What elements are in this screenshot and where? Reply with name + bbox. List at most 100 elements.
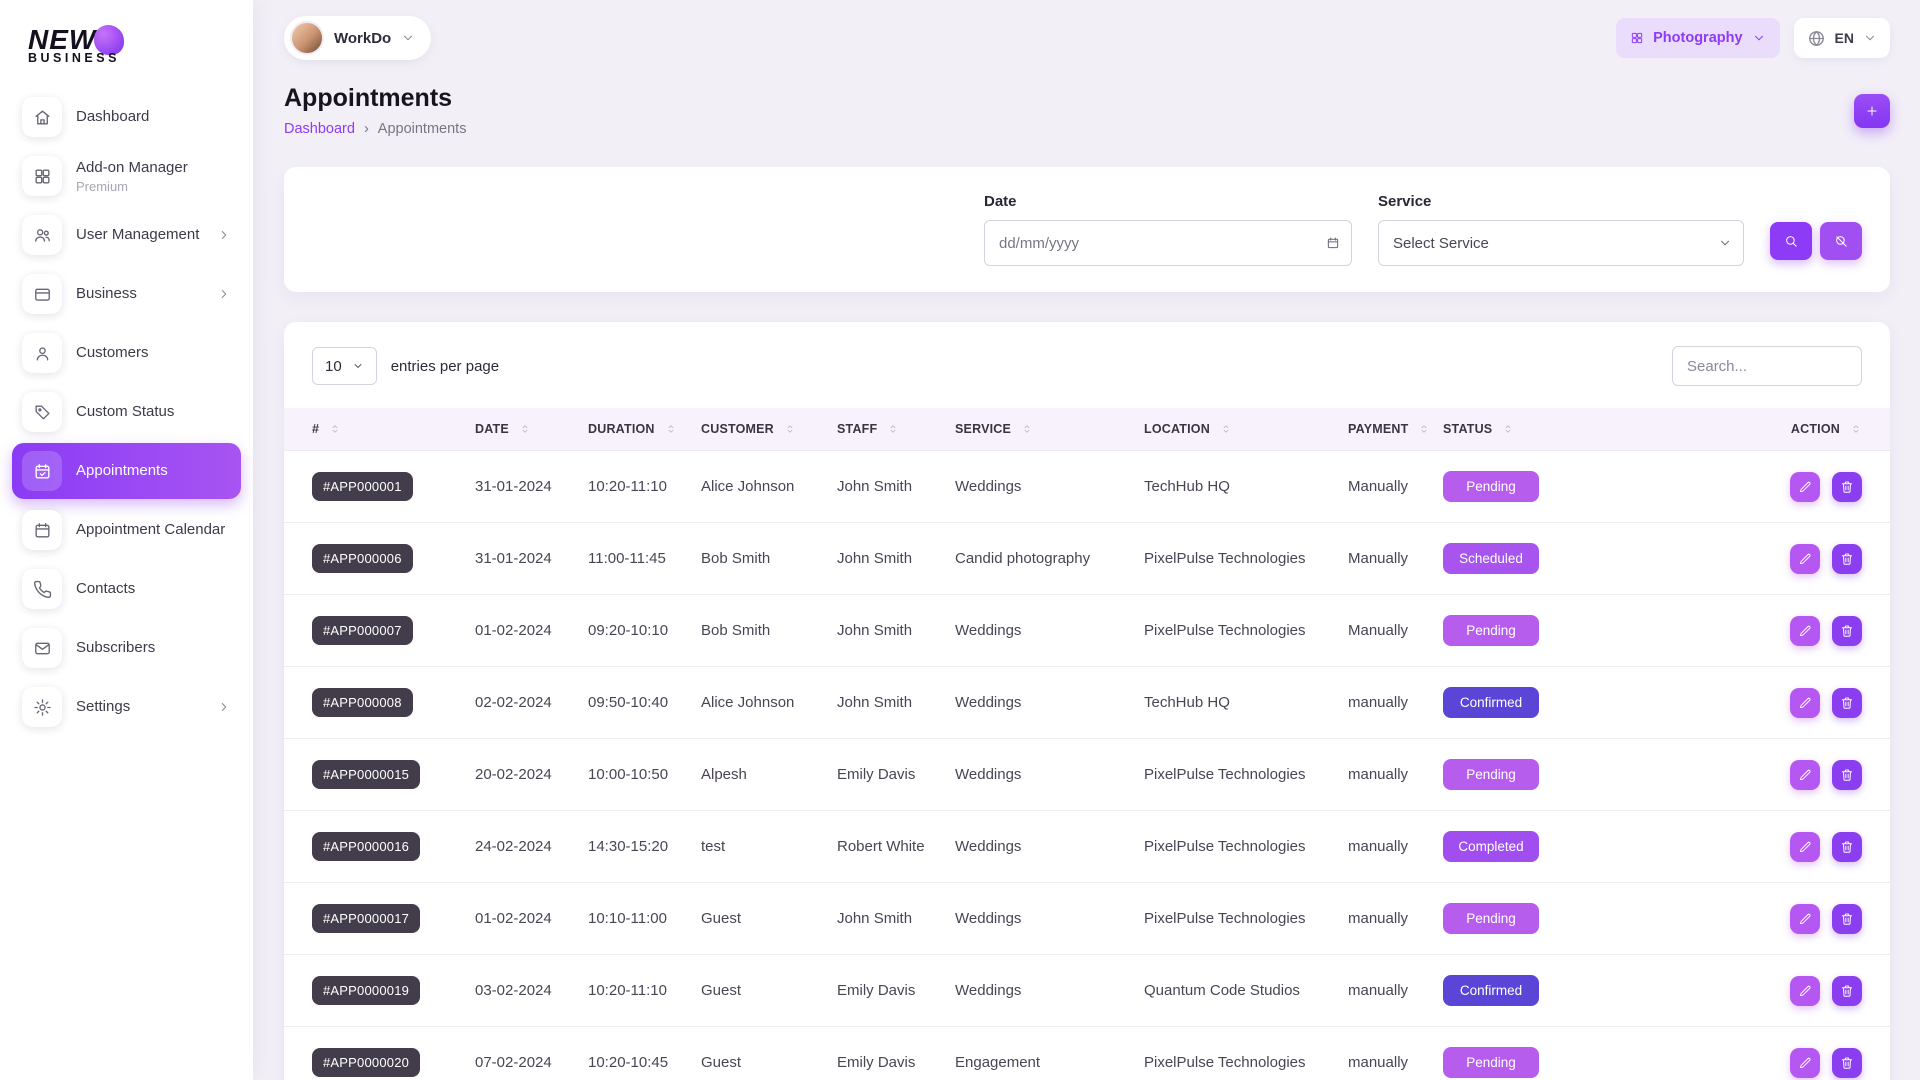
delete-button[interactable]: [1832, 1048, 1862, 1078]
search-off-icon: [1834, 234, 1848, 248]
globe-icon: [1807, 29, 1826, 48]
edit-button[interactable]: [1790, 760, 1820, 790]
workspace-switcher[interactable]: WorkDo: [284, 16, 431, 60]
delete-button[interactable]: [1832, 904, 1862, 934]
grid-icon: [22, 156, 62, 196]
sidebar-item-label: Customers: [76, 344, 149, 362]
sidebar-item-appointments[interactable]: Appointments: [12, 443, 241, 499]
trash-icon: [1840, 624, 1854, 638]
trash-icon: [1840, 912, 1854, 926]
column-header-date[interactable]: DATE: [465, 408, 578, 451]
category-dropdown[interactable]: Photography: [1616, 18, 1779, 58]
edit-button[interactable]: [1790, 976, 1820, 1006]
search-icon: [1784, 234, 1798, 248]
column-header-duration[interactable]: DURATION: [578, 408, 691, 451]
pencil-icon: [1798, 840, 1812, 854]
cell-service: Weddings: [945, 739, 1134, 811]
sidebar-item-dashboard[interactable]: Dashboard: [12, 89, 241, 145]
column-header-service[interactable]: SERVICE: [945, 408, 1134, 451]
cell-location: PixelPulse Technologies: [1134, 595, 1338, 667]
table-row: #APP000008 02-02-2024 09:50-10:40 Alice …: [284, 667, 1890, 739]
cell-duration: 10:20-11:10: [578, 451, 691, 523]
cell-location: PixelPulse Technologies: [1134, 1027, 1338, 1080]
edit-button[interactable]: [1790, 1048, 1820, 1078]
entries-per-page-select[interactable]: 10: [312, 347, 377, 385]
sidebar-item-contacts[interactable]: Contacts: [12, 561, 241, 617]
calendar-icon[interactable]: [1326, 236, 1340, 250]
brand-logo: NEW BUSINESS: [0, 0, 253, 81]
sidebar-item-user-management[interactable]: User Management: [12, 207, 241, 263]
column-header-staff[interactable]: STAFF: [827, 408, 945, 451]
workspace-name: WorkDo: [334, 30, 391, 47]
column-header-action[interactable]: ACTION: [1693, 408, 1890, 451]
pencil-icon: [1798, 912, 1812, 926]
cell-customer: Guest: [691, 955, 827, 1027]
cell-duration: 10:20-11:10: [578, 955, 691, 1027]
sort-icon: [887, 423, 899, 435]
status-badge: Pending: [1443, 759, 1539, 790]
delete-button[interactable]: [1832, 616, 1862, 646]
edit-button[interactable]: [1790, 904, 1820, 934]
date-filter-input[interactable]: [984, 220, 1352, 266]
cell-service: Weddings: [945, 955, 1134, 1027]
main-content: WorkDo Photography EN Ap: [253, 0, 1920, 1080]
delete-button[interactable]: [1832, 544, 1862, 574]
delete-button[interactable]: [1832, 832, 1862, 862]
calendar-icon: [22, 510, 62, 550]
reset-filter-button[interactable]: [1820, 222, 1862, 260]
sidebar-item-business[interactable]: Business: [12, 266, 241, 322]
cell-customer: test: [691, 811, 827, 883]
cell-location: PixelPulse Technologies: [1134, 811, 1338, 883]
column-header-id[interactable]: #: [284, 408, 465, 451]
sidebar-item-appointment-calendar[interactable]: Appointment Calendar: [12, 502, 241, 558]
brand-name-bottom: BUSINESS: [28, 51, 253, 65]
sidebar-menu: Dashboard Add-on Manager Premium User Ma…: [0, 89, 253, 735]
edit-button[interactable]: [1790, 472, 1820, 502]
cell-date: 02-02-2024: [465, 667, 578, 739]
sidebar-item-label: User Management: [76, 226, 199, 244]
sidebar-item-label: Contacts: [76, 580, 135, 598]
edit-button[interactable]: [1790, 616, 1820, 646]
delete-button[interactable]: [1832, 472, 1862, 502]
sidebar-item-settings[interactable]: Settings: [12, 679, 241, 735]
chevron-right-icon: [217, 287, 231, 301]
pencil-icon: [1798, 696, 1812, 710]
column-header-payment[interactable]: PAYMENT: [1338, 408, 1433, 451]
entries-per-page-value: 10: [325, 358, 342, 375]
language-dropdown[interactable]: EN: [1794, 18, 1890, 58]
delete-button[interactable]: [1832, 976, 1862, 1006]
table-row: #APP0000017 01-02-2024 10:10-11:00 Guest…: [284, 883, 1890, 955]
breadcrumb-separator: ›: [364, 121, 369, 137]
trash-icon: [1840, 552, 1854, 566]
breadcrumb-dashboard-link[interactable]: Dashboard: [284, 121, 355, 137]
sidebar-item-custom-status[interactable]: Custom Status: [12, 384, 241, 440]
column-header-customer[interactable]: CUSTOMER: [691, 408, 827, 451]
edit-button[interactable]: [1790, 544, 1820, 574]
sort-icon: [329, 423, 341, 435]
cell-customer: Bob Smith: [691, 595, 827, 667]
apply-filter-button[interactable]: [1770, 222, 1812, 260]
edit-button[interactable]: [1790, 688, 1820, 718]
table-row: #APP0000015 20-02-2024 10:00-10:50 Alpes…: [284, 739, 1890, 811]
sidebar-item-label: Appointments: [76, 462, 168, 480]
column-header-location[interactable]: LOCATION: [1134, 408, 1338, 451]
cell-staff: John Smith: [827, 667, 945, 739]
sidebar-item-customers[interactable]: Customers: [12, 325, 241, 381]
delete-button[interactable]: [1832, 760, 1862, 790]
sort-icon: [519, 423, 531, 435]
add-appointment-button[interactable]: [1854, 94, 1890, 128]
user-icon: [22, 333, 62, 373]
table-row: #APP0000016 24-02-2024 14:30-15:20 test …: [284, 811, 1890, 883]
service-select[interactable]: Select Service: [1378, 220, 1744, 266]
sidebar-item-addon-manager[interactable]: Add-on Manager Premium: [12, 148, 241, 204]
edit-button[interactable]: [1790, 832, 1820, 862]
cell-location: PixelPulse Technologies: [1134, 739, 1338, 811]
appointment-id-badge: #APP000006: [312, 544, 413, 573]
sort-icon: [1418, 423, 1430, 435]
chevron-down-icon: [1718, 236, 1732, 250]
column-header-status[interactable]: STATUS: [1433, 408, 1693, 451]
cell-payment: manually: [1338, 883, 1433, 955]
table-search-input[interactable]: [1672, 346, 1862, 386]
sidebar-item-subscribers[interactable]: Subscribers: [12, 620, 241, 676]
delete-button[interactable]: [1832, 688, 1862, 718]
